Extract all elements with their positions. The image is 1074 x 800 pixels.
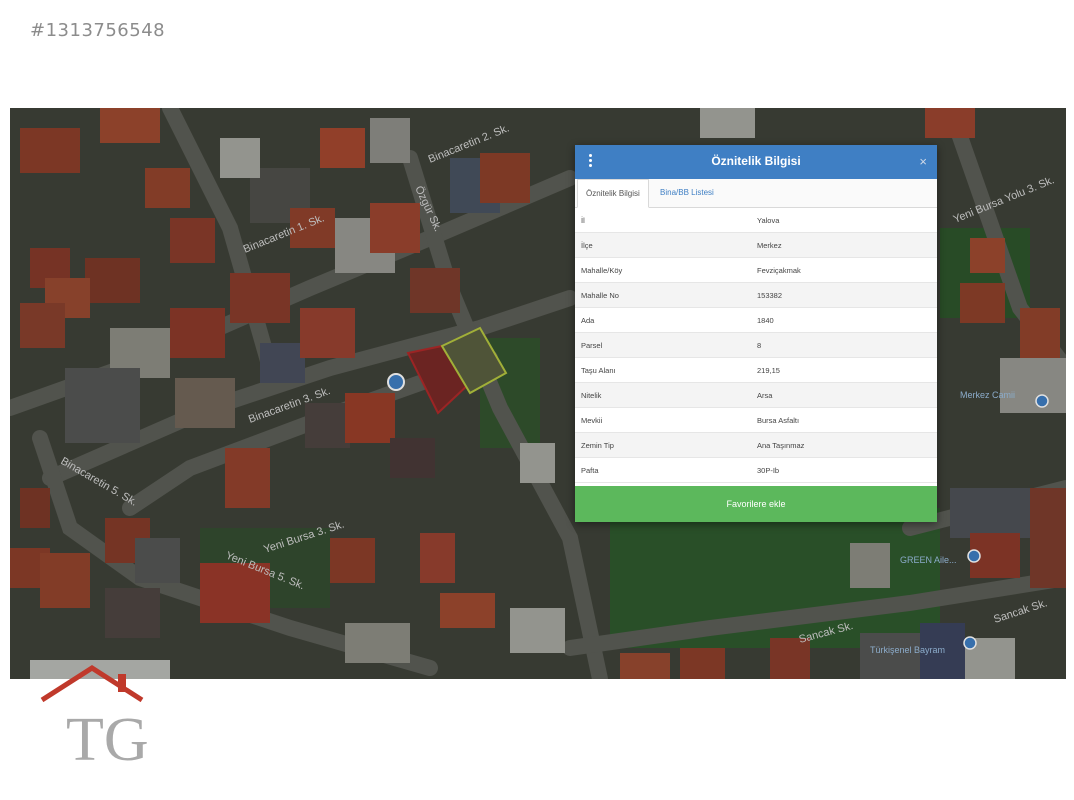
close-icon[interactable]: × — [919, 154, 927, 169]
tab-building-list[interactable]: Bina/BB Listesi — [652, 179, 722, 207]
tab-attribute-info[interactable]: Öznitelik Bilgisi — [577, 179, 649, 208]
add-to-favorites-button[interactable]: Favorilere ekle — [575, 486, 937, 522]
table-row: Mahalle No 153382 — [575, 282, 937, 308]
popup-header: Öznitelik Bilgisi × — [575, 145, 937, 179]
attribute-popup: Öznitelik Bilgisi × Öznitelik Bilgisi Bi… — [575, 145, 937, 522]
table-row: Taşu Alanı 219,15 — [575, 357, 937, 383]
popup-title: Öznitelik Bilgisi — [711, 154, 801, 168]
listing-id: #1313756548 — [30, 20, 166, 41]
table-row: Mevkii Bursa Asfaltı — [575, 407, 937, 433]
table-row: Parsel 8 — [575, 332, 937, 358]
table-row: Zemin Tip Ana Taşınmaz — [575, 432, 937, 458]
house-logo-icon: TG — [40, 665, 149, 770]
logo-text: TG — [66, 706, 149, 770]
table-row: Pafta 30P-Ib — [575, 457, 937, 483]
table-row: İl Yalova — [575, 208, 937, 233]
table-row: Nitelik Arsa — [575, 382, 937, 408]
table-row: Ada 1840 — [575, 307, 937, 333]
popup-tabs: Öznitelik Bilgisi Bina/BB Listesi — [575, 179, 937, 208]
logo: TG — [30, 660, 170, 770]
table-row: İlçe Merkez — [575, 232, 937, 258]
table-row: Mahalle/Köy Fevziçakmak — [575, 257, 937, 283]
attribute-table: İl Yalova İlçe Merkez Mahalle/Köy Fevziçakm… — [575, 208, 937, 483]
